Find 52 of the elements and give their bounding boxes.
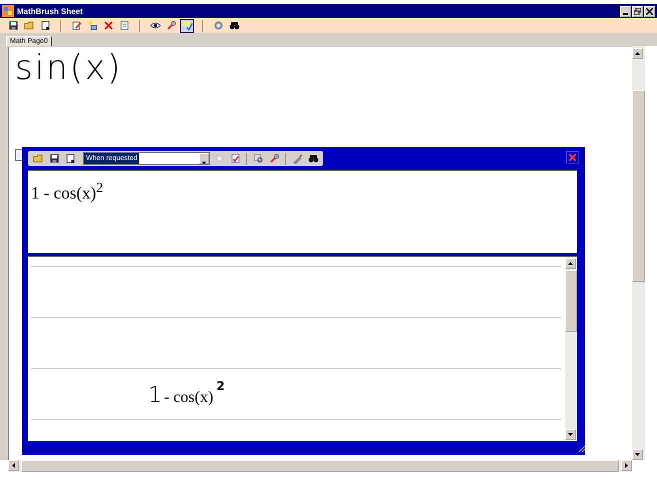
magnifier-icon (252, 153, 264, 164)
magnifier-button[interactable] (251, 152, 265, 166)
spellcheck-button[interactable] (180, 18, 194, 32)
save-icon (48, 153, 60, 164)
delete-icon (102, 20, 114, 31)
triangle-down-icon (201, 160, 207, 166)
folder-icon (24, 20, 34, 31)
gear-icon (212, 20, 224, 31)
triangle-down-icon (634, 451, 641, 458)
dropdown-button[interactable] (199, 153, 209, 164)
triangle-up-icon (634, 50, 641, 57)
expression-area[interactable]: 1 - cos(x)$^{2}$ (28, 170, 577, 253)
folder-icon (32, 153, 44, 164)
scroll-down-button[interactable] (565, 429, 576, 440)
scroll-left-button[interactable] (8, 460, 19, 471)
checklist-icon (230, 153, 240, 164)
new-item-icon (86, 20, 98, 31)
spellcheck-icon (182, 20, 192, 31)
binoculars-icon (228, 20, 240, 31)
restore-button[interactable] (632, 6, 643, 16)
triangle-up-icon (567, 260, 574, 267)
resize-grip-icon[interactable] (578, 445, 586, 453)
triangle-right-icon (623, 462, 630, 469)
result-expression[interactable]: 1- cos(x) 2 (148, 383, 225, 408)
restore-icon (634, 8, 641, 14)
scroll-thumb[interactable] (565, 270, 577, 332)
scroll-right-button[interactable] (621, 460, 632, 471)
scroll-up-button[interactable] (565, 258, 576, 269)
pen-icon (292, 153, 302, 164)
eye-icon (150, 20, 160, 31)
close-icon (646, 8, 653, 14)
handwritten-expression: sin(x) (15, 47, 122, 89)
scroll-up-button[interactable] (632, 48, 643, 59)
edit-icon (70, 20, 82, 31)
app-icon (2, 5, 14, 17)
typeset-expression: 1 - cos(x)$^{2}$ (31, 181, 104, 204)
triangle-left-icon (10, 462, 17, 469)
save-icon (8, 20, 18, 31)
minimize-button[interactable] (620, 6, 631, 16)
document-icon (118, 20, 130, 31)
page-icon (64, 153, 76, 164)
scroll-down-button[interactable] (632, 449, 643, 460)
window-title: MathBrush Sheet (17, 6, 84, 16)
binoculars-icon (308, 153, 318, 164)
triangle-down-icon (567, 431, 574, 438)
folder-button[interactable] (22, 18, 36, 32)
close-icon (569, 154, 576, 161)
page-icon (40, 20, 50, 31)
results-list[interactable]: 1- cos(x) 2 (28, 256, 577, 441)
vertical-scrollbar[interactable] (565, 257, 577, 441)
vertical-scrollbar[interactable] (632, 46, 645, 460)
scroll-thumb[interactable] (632, 90, 645, 282)
